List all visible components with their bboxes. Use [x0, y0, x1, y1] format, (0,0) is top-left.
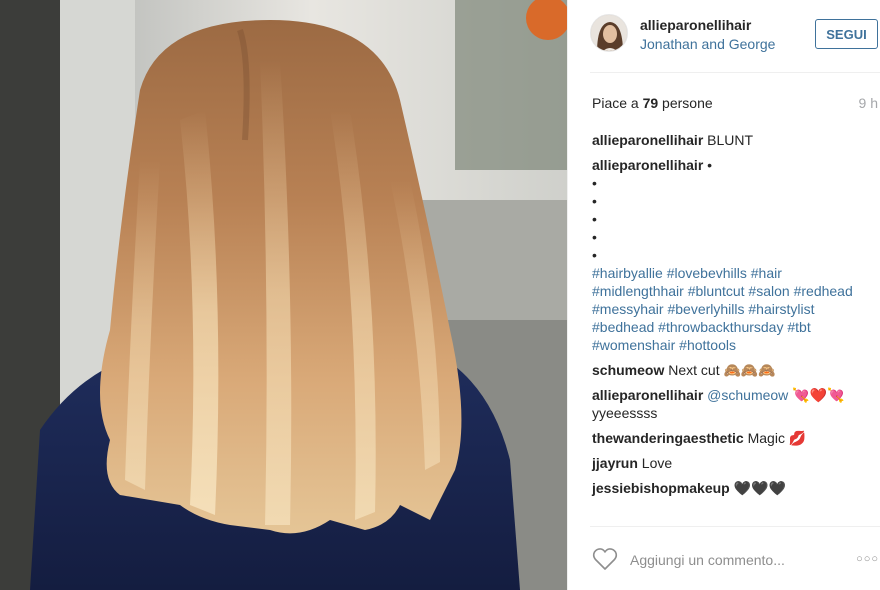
post-header: allieparonellihair Jonathan and George S… — [568, 0, 880, 72]
follow-button[interactable]: SEGUI — [815, 19, 878, 49]
comment-username[interactable]: allieparonellihair — [592, 157, 703, 173]
likes-suffix: persone — [658, 95, 713, 111]
divider — [590, 72, 880, 73]
comment: jessiebishopmakeup 🖤🖤🖤 — [592, 479, 877, 497]
comment-text: Love — [641, 455, 673, 471]
bullet: • — [592, 247, 597, 263]
comment-mention[interactable]: @schumeow — [707, 387, 788, 403]
comment-username[interactable]: allieparonellihair — [592, 387, 703, 403]
bullet: • — [592, 193, 597, 209]
add-comment-input[interactable]: Aggiungi un commento... — [630, 552, 785, 568]
hair-photo-image — [0, 0, 567, 590]
bullet: • — [592, 175, 597, 191]
comment: thewanderingaesthetic Magic 💋 — [592, 429, 877, 447]
comment-text: Magic 💋 — [747, 430, 807, 446]
comment-text: 🖤🖤🖤 — [733, 480, 786, 496]
comment-username[interactable]: allieparonellihair — [592, 132, 703, 148]
likes-prefix: Piace a — [592, 95, 643, 111]
avatar[interactable] — [590, 14, 628, 52]
comment-text: Next cut 🙈🙈🙈 — [668, 362, 776, 378]
username-link[interactable]: allieparonellihair — [640, 17, 751, 33]
comment-username[interactable]: schumeow — [592, 362, 664, 378]
bullet: • — [592, 229, 597, 245]
comment: jjayrun Love — [592, 454, 877, 472]
post-sidebar: allieparonellihair Jonathan and George S… — [567, 0, 880, 590]
likes-number: 79 — [642, 95, 659, 111]
more-options-icon[interactable]: ○○○ — [856, 553, 879, 565]
hashtags[interactable]: #hairbyallie #lovebevhills #hair #midlen… — [592, 264, 877, 354]
avatar-image — [591, 15, 627, 51]
location-link[interactable]: Jonathan and George — [640, 36, 775, 52]
comment-bar: Aggiungi un commento... ○○○ — [568, 527, 880, 590]
comment-text: BLUNT — [707, 132, 754, 148]
likes-count[interactable]: Piace a 79 persone — [592, 95, 713, 111]
heart-outline-icon[interactable] — [592, 547, 618, 576]
bullet: • — [592, 211, 597, 227]
comment-list: allieparonellihair BLUNT allieparonellih… — [592, 131, 877, 504]
comment-username[interactable]: jessiebishopmakeup — [592, 480, 730, 496]
comment-username[interactable]: thewanderingaesthetic — [592, 430, 744, 446]
post-timestamp[interactable]: 9 h — [859, 95, 878, 111]
comment: allieparonellihair @schumeow 💘❤️💘 yyeees… — [592, 386, 877, 422]
comment: schumeow Next cut 🙈🙈🙈 — [592, 361, 877, 379]
hashtag-comment: allieparonellihair • • • • • • #hairbyal… — [592, 156, 877, 354]
caption: allieparonellihair BLUNT — [592, 131, 877, 149]
comment-username[interactable]: jjayrun — [592, 455, 638, 471]
post-photo[interactable] — [0, 0, 567, 590]
bullet: • — [707, 157, 713, 173]
